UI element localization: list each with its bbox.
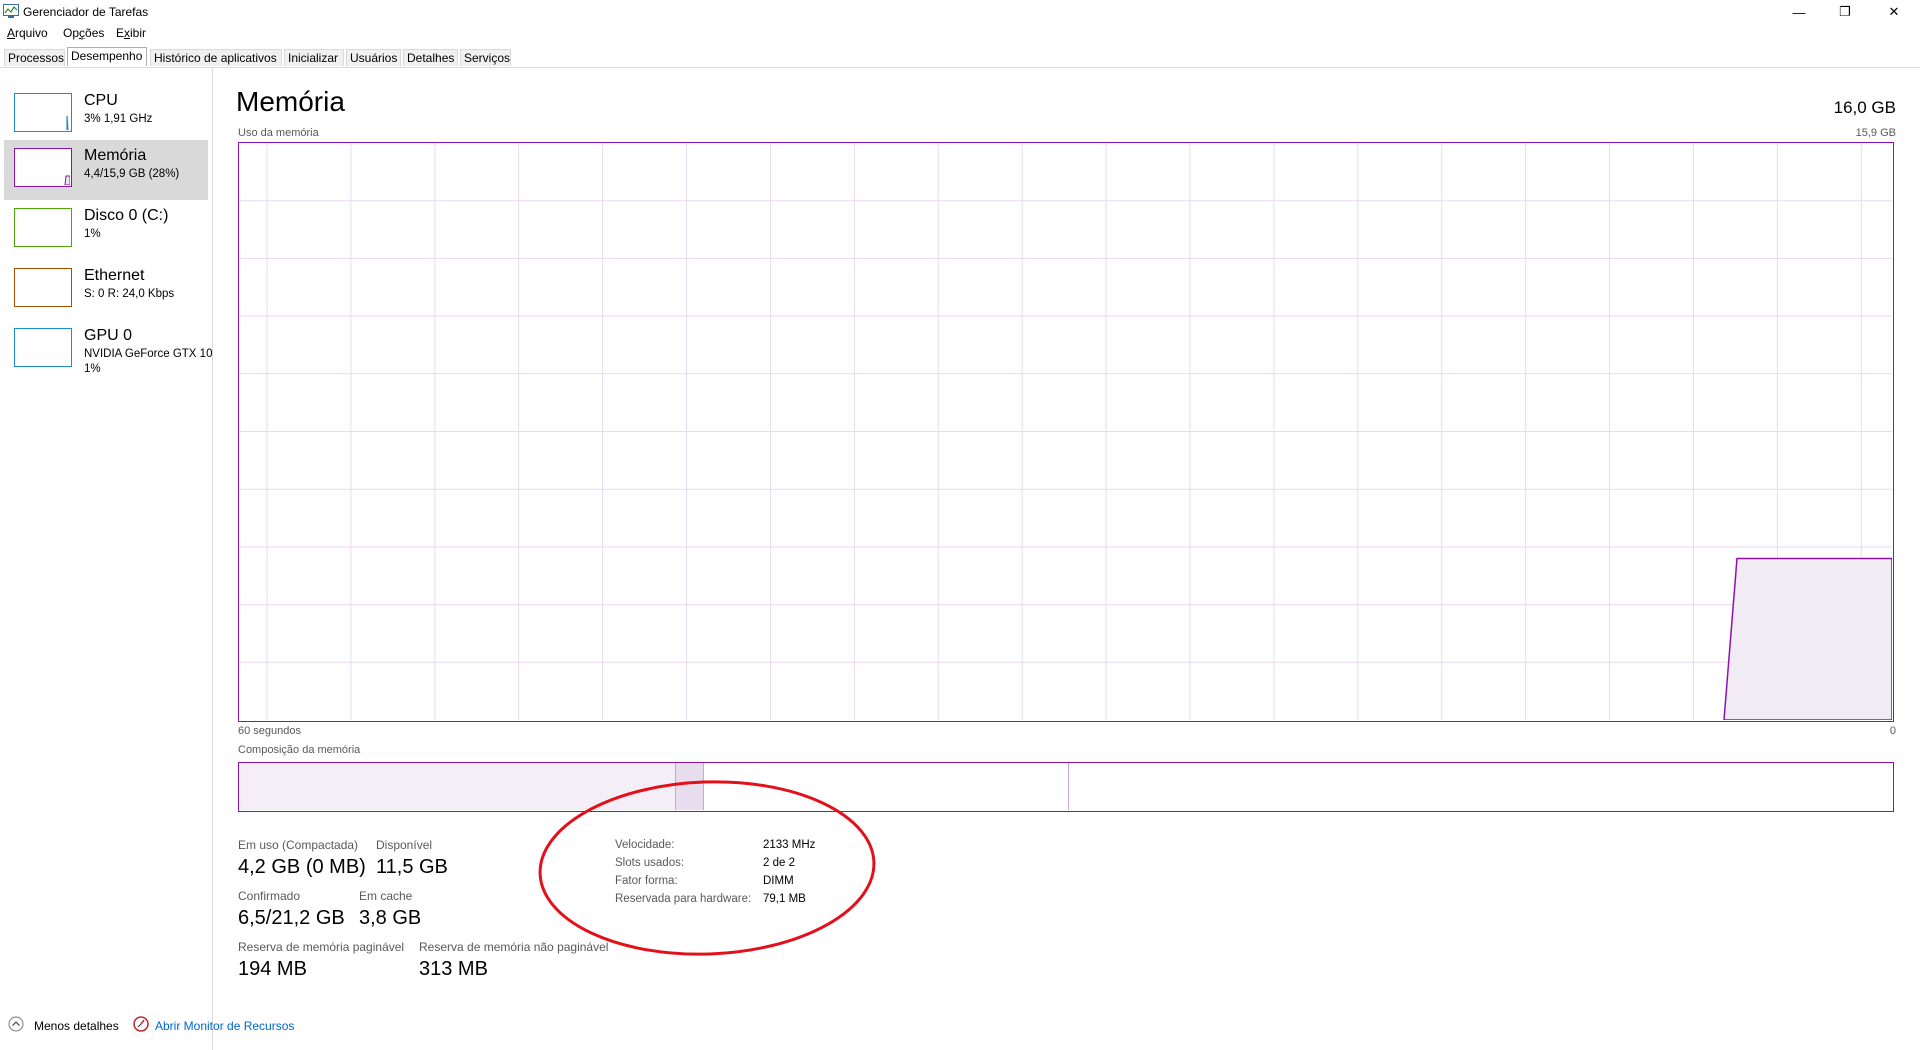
tab-servicos[interactable]: Serviços — [460, 49, 511, 66]
sidebar-item-disco[interactable]: Disco 0 (C:) 1% — [4, 200, 208, 260]
time-axis-start: 60 segundos — [238, 725, 301, 737]
committed-label: Confirmado — [238, 889, 301, 903]
sidebar-item-memoria[interactable]: Memória 4,4/15,9 GB (28%) — [4, 140, 208, 200]
usage-area — [1723, 557, 1892, 720]
in-use-value: 4,2 GB (0 MB) — [238, 856, 366, 878]
tab-processos[interactable]: Processos — [4, 49, 65, 66]
tab-desempenho[interactable]: Desempenho — [67, 47, 147, 66]
menu-opcoes[interactable]: Opções — [63, 26, 104, 40]
chevron-up-icon — [8, 1016, 24, 1032]
available-label: Disponível — [376, 838, 433, 852]
task-manager-icon — [3, 4, 19, 18]
available-value: 11,5 GB — [376, 856, 448, 878]
less-details-link[interactable]: Menos detalhes — [34, 1019, 119, 1033]
sidebar-item-detail: S: 0 R: 24,0 Kbps — [84, 288, 175, 300]
sidebar-item-cpu[interactable]: CPU 3% 1,91 GHz — [4, 85, 208, 145]
ethernet-thumbnail — [14, 268, 72, 307]
sidebar-item-label: CPU — [84, 92, 118, 109]
minimize-button[interactable]: — — [1776, 0, 1822, 24]
nonpaged-pool-value: 313 MB — [419, 958, 488, 980]
sidebar-item-ethernet[interactable]: Ethernet S: 0 R: 24,0 Kbps — [4, 260, 208, 320]
tab-historico[interactable]: Histórico de aplicativos — [150, 49, 282, 66]
sidebar: CPU 3% 1,91 GHz Memória 4,4/15,9 GB (28%… — [0, 68, 213, 1050]
tab-usuarios[interactable]: Usuários — [346, 49, 401, 66]
maximize-button[interactable]: ❐ — [1822, 0, 1868, 24]
sidebar-item-detail: NVIDIA GeForce GTX 10 — [84, 348, 212, 360]
highlight-circle — [538, 780, 876, 956]
sidebar-item-label: Ethernet — [84, 267, 145, 284]
footer: Menos detalhes Abrir Monitor de Recursos — [0, 1010, 400, 1040]
memory-thumbnail — [14, 148, 72, 187]
sidebar-item-label: GPU 0 — [84, 327, 133, 344]
menu-exibir[interactable]: Exibir — [116, 26, 146, 40]
close-button[interactable]: ✕ — [1868, 0, 1920, 24]
sidebar-item-gpu[interactable]: GPU 0 NVIDIA GeForce GTX 10 1% — [4, 320, 212, 380]
usage-label: Uso da memória — [238, 127, 319, 139]
sidebar-item-detail: 3% 1,91 GHz — [84, 113, 153, 125]
gpu-thumbnail — [14, 328, 72, 367]
composition-label: Composição da memória — [238, 744, 361, 756]
memory-usage-graph — [238, 142, 1894, 722]
usage-max-label: 15,9 GB — [1855, 127, 1896, 139]
composition-free[interactable] — [1069, 763, 1892, 810]
page-title: Memória — [236, 86, 345, 117]
time-axis-end: 0 — [1889, 725, 1896, 737]
sidebar-item-label: Disco 0 (C:) — [84, 207, 169, 224]
paged-pool-value: 194 MB — [238, 958, 307, 980]
paged-pool-label: Reserva de memória paginável — [238, 940, 405, 954]
cached-value: 3,8 GB — [359, 907, 422, 929]
sidebar-item-label: Memória — [84, 147, 147, 164]
restore-icon: ❐ — [1839, 4, 1851, 19]
tab-strip: Processos Desempenho Histórico de aplica… — [0, 47, 1920, 68]
sidebar-item-detail-2: 1% — [84, 363, 101, 375]
sidebar-item-detail: 1% — [84, 228, 101, 240]
memory-composition-bar — [238, 762, 1894, 812]
menu-arquivo[interactable]: Arquivo — [7, 26, 48, 40]
in-use-label: Em uso (Compactada) — [238, 838, 359, 852]
title-bar: Gerenciador de Tarefas — ❐ ✕ — [0, 0, 1920, 24]
sidebar-item-detail: 4,4/15,9 GB (28%) — [84, 168, 180, 180]
total-memory: 16,0 GB — [1833, 98, 1896, 117]
cached-label: Em cache — [359, 889, 413, 903]
tab-inicializar[interactable]: Inicializar — [284, 49, 344, 66]
less-details-button[interactable] — [8, 1016, 24, 1032]
open-resource-monitor-link[interactable]: Abrir Monitor de Recursos — [155, 1019, 294, 1033]
minimize-icon: — — [1792, 4, 1806, 20]
cpu-thumbnail — [14, 93, 72, 132]
window-title: Gerenciador de Tarefas — [23, 5, 149, 19]
resource-monitor-icon — [133, 1016, 149, 1032]
disk-thumbnail — [14, 208, 72, 247]
tab-detalhes[interactable]: Detalhes — [403, 49, 458, 66]
close-icon: ✕ — [1888, 4, 1900, 19]
committed-value: 6,5/21,2 GB — [238, 907, 345, 929]
